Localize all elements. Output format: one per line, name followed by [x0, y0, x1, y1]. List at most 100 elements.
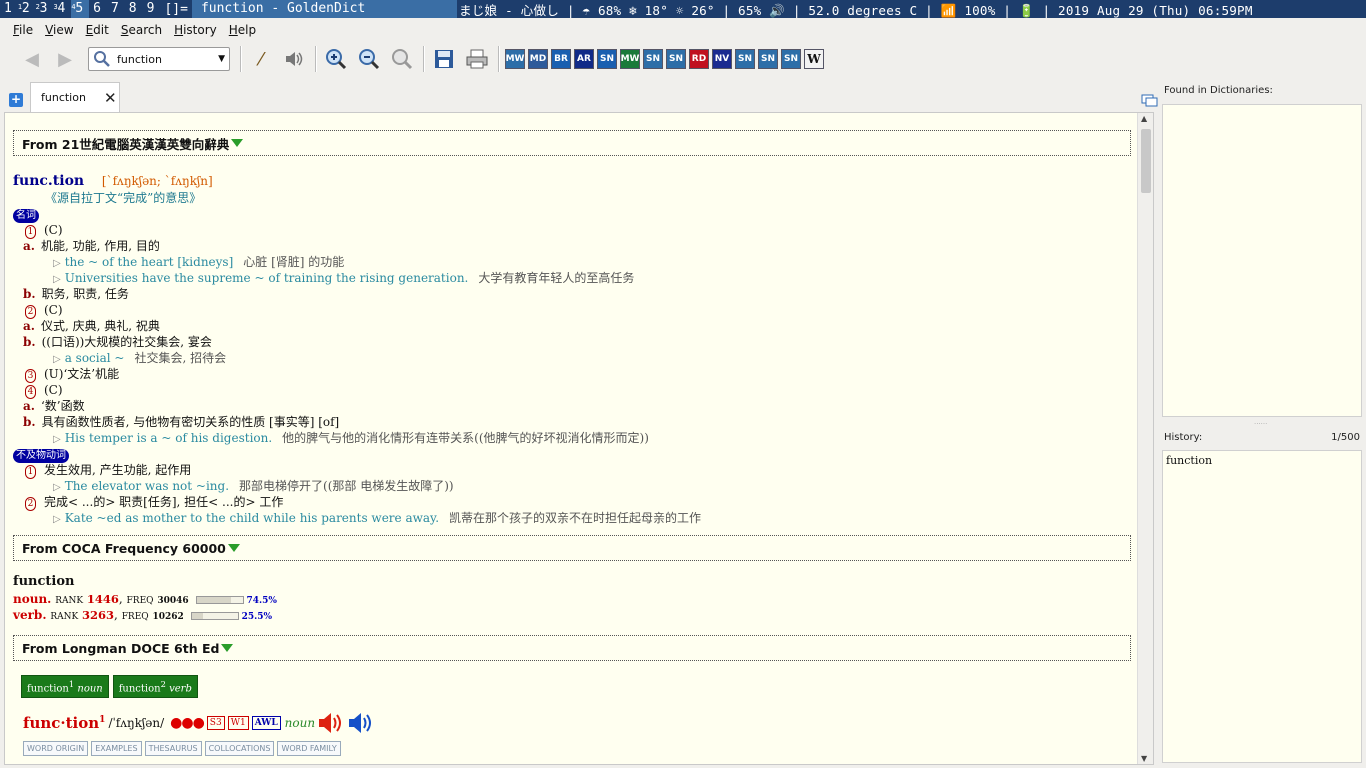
sense-line: 1 (C): [13, 222, 1131, 239]
sense-line: a. 仪式, 庆典, 典礼, 祝典: [13, 318, 1131, 334]
speaker-british-icon[interactable]: [317, 712, 345, 734]
collapse-triangle-icon[interactable]: [227, 544, 240, 552]
splitter-handle[interactable]: ......: [1254, 418, 1267, 426]
frequency-bar-fill: [191, 612, 204, 619]
collapse-triangle-icon[interactable]: [221, 644, 234, 652]
dictionary-icon[interactable]: MW: [505, 49, 525, 69]
collapse-triangle-icon[interactable]: [231, 139, 244, 147]
menu-view[interactable]: View: [39, 23, 79, 37]
dictionary-icon[interactable]: MW: [620, 49, 640, 69]
sense-line: ▷ Universities have the supreme ~ of trai…: [13, 270, 1131, 286]
workspace-label: 1: [4, 1, 12, 16]
tab-function[interactable]: function ✕: [30, 82, 120, 112]
dictionary-header[interactable]: From Longman DOCE 6th Ed: [13, 635, 1131, 661]
dictionary-icon[interactable]: MD: [528, 49, 548, 69]
scroll-up-icon[interactable]: ▲: [1141, 114, 1147, 123]
example-english[interactable]: Kate ~ed as mother to the child while hi…: [65, 511, 439, 525]
menu-history[interactable]: History: [168, 23, 223, 37]
close-icon[interactable]: ✕: [104, 89, 117, 107]
workspace-4[interactable]: 34: [53, 0, 71, 18]
example-english[interactable]: a social ~: [65, 351, 125, 365]
workspace-5[interactable]: 45: [71, 0, 90, 18]
sense-number: 2: [25, 497, 36, 511]
menu-help[interactable]: Help: [223, 23, 262, 37]
workspace-6[interactable]: 6: [89, 0, 107, 18]
dictionary-icon[interactable]: W: [804, 49, 824, 69]
new-tab-button[interactable]: +: [9, 93, 23, 107]
rank-label: RANK: [50, 612, 79, 622]
example-english[interactable]: Universities have the supreme ~ of train…: [65, 271, 469, 285]
vertical-scrollbar[interactable]: ▲ ▼: [1137, 113, 1153, 764]
section-tab[interactable]: EXAMPLES: [91, 741, 142, 757]
dictionary-icon[interactable]: BR: [551, 49, 571, 69]
entry-link-button[interactable]: function2 verb: [112, 675, 198, 699]
workspace-1[interactable]: 1: [0, 0, 18, 18]
entry-link-pos: verb: [169, 683, 192, 695]
search-combobox[interactable]: function ▼: [88, 47, 230, 71]
pronounce-button[interactable]: ⁄: [247, 45, 275, 73]
history-item[interactable]: function: [1166, 454, 1358, 467]
workspace-2[interactable]: 12: [18, 0, 36, 18]
workspace-9[interactable]: 9: [143, 0, 161, 18]
sense-line: a. ‘数’函数: [13, 398, 1131, 414]
found-in-dictionaries-list[interactable]: [1162, 104, 1362, 417]
back-button[interactable]: ◀: [18, 45, 46, 73]
zoom-in-button[interactable]: [322, 45, 350, 73]
entry-link-button[interactable]: function1 noun: [21, 675, 109, 699]
section-tab[interactable]: THESAURUS: [144, 741, 202, 757]
volume-button[interactable]: [280, 45, 308, 73]
phonetic: [ˋfʌŋkʃən; ˋfʌŋkʃn]: [101, 174, 213, 188]
dictionary-icon[interactable]: RD: [689, 49, 709, 69]
sub-sense-letter: b.: [23, 335, 36, 349]
example-english[interactable]: the ~ of the heart [kidneys]: [65, 255, 234, 269]
zoom-out-button[interactable]: [355, 45, 383, 73]
dictionary-title: From COCA Frequency 60000: [22, 540, 226, 556]
dictionary-icon[interactable]: NV: [712, 49, 732, 69]
dictionary-header[interactable]: From COCA Frequency 60000: [13, 535, 1131, 561]
dictionary-icon[interactable]: SN: [735, 49, 755, 69]
scrollbar-thumb[interactable]: [1141, 129, 1151, 193]
rank-value: 3263: [82, 608, 115, 622]
pos-badge: 不及物动词: [13, 449, 69, 463]
section-tab[interactable]: WORD ORIGIN: [23, 741, 89, 757]
longman-headword: func·tion1: [23, 714, 105, 732]
section-tab[interactable]: COLLOCATIONS: [204, 741, 275, 757]
open-tabs-list-button[interactable]: [1141, 94, 1159, 108]
menu-search[interactable]: Search: [115, 23, 168, 37]
dictionary-icon[interactable]: AR: [574, 49, 594, 69]
workspace-7[interactable]: 7: [107, 0, 125, 18]
toolbar-separator: [240, 46, 241, 72]
speaker-american-icon[interactable]: [347, 712, 375, 734]
section-tab[interactable]: WORD FAMILY: [277, 741, 341, 757]
workspace-3[interactable]: 23: [36, 0, 54, 18]
sense-line: ▷ the ~ of the heart [kidneys] 心脏 [肾脏] 的功能: [13, 254, 1131, 270]
sense-text: 仪式, 庆典, 典礼, 祝典: [40, 319, 160, 333]
scroll-down-icon[interactable]: ▼: [1141, 754, 1147, 763]
dictionary-header[interactable]: From 21世紀電腦英漢漢英雙向辭典: [13, 130, 1131, 156]
dictionary-icon[interactable]: SN: [781, 49, 801, 69]
zoom-reset-button[interactable]: [388, 45, 416, 73]
dictionary-icon[interactable]: SN: [597, 49, 617, 69]
sense-text: ((口语))大规模的社交集会, 宴会: [41, 335, 212, 349]
sense-text: 具有函数性质者, 与他物有密切关系的性质 [事实等] [of]: [41, 415, 340, 429]
history-label: History:: [1164, 432, 1203, 443]
menu-edit[interactable]: Edit: [80, 23, 115, 37]
dictionary-icon[interactable]: SN: [666, 49, 686, 69]
dictionary-icon[interactable]: SN: [643, 49, 663, 69]
chevron-down-icon[interactable]: ▼: [218, 54, 225, 64]
example-english[interactable]: His temper is a ~ of his digestion.: [65, 431, 272, 445]
print-button[interactable]: [463, 45, 491, 73]
toolbar: ◀ ▶ function ▼ ⁄ MW MD BR AR SN MW SN SN RD NV SN S…: [0, 41, 1366, 77]
workspace-8[interactable]: 8: [125, 0, 143, 18]
dictionary-icon[interactable]: SN: [758, 49, 778, 69]
search-input[interactable]: function: [111, 53, 218, 66]
article-view[interactable]: From 21世紀電腦英漢漢英雙向辭典 func.tion [ˋfʌŋkʃən;…: [4, 112, 1154, 765]
layout-indicator[interactable]: []=: [160, 2, 191, 17]
forward-button[interactable]: ▶: [51, 45, 79, 73]
history-list[interactable]: function: [1162, 450, 1362, 763]
sense-list: 1 发生效用, 产生功能, 起作用 ▷ The elevator was not ~i…: [13, 462, 1131, 526]
save-button[interactable]: [430, 45, 458, 73]
example-english[interactable]: The elevator was not ~ing.: [65, 479, 229, 493]
menu-file[interactable]: File: [7, 23, 39, 37]
history-count: 1/500: [1331, 432, 1360, 443]
